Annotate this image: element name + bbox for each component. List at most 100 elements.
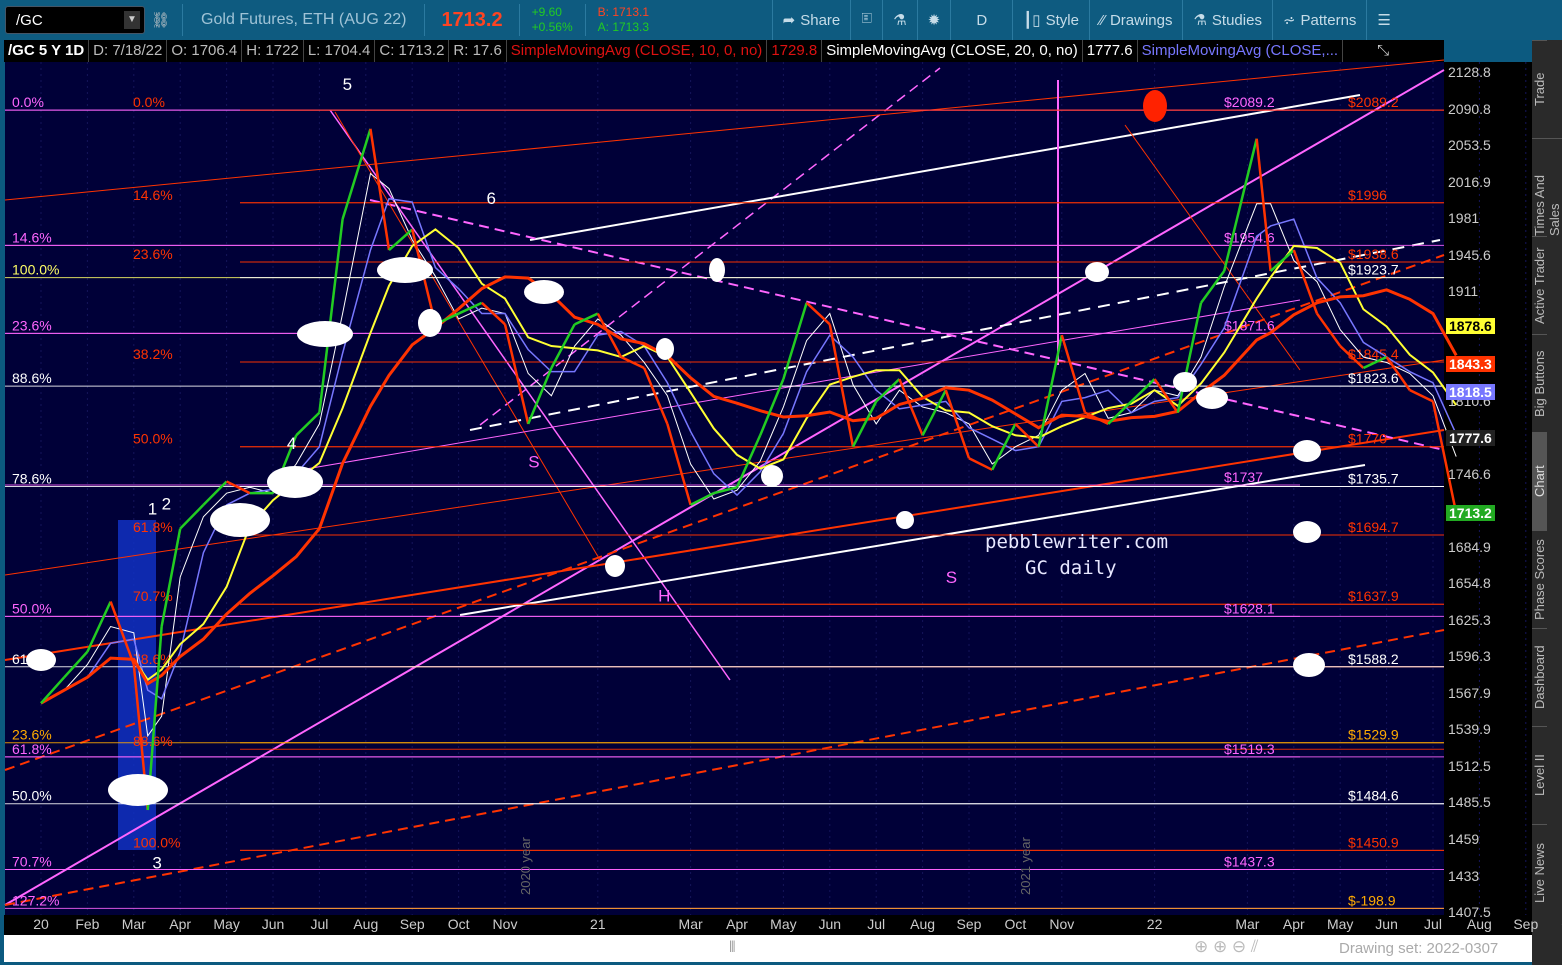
x-tick-label: May [1326,916,1354,932]
y-tick-label: 2090.8 [1448,100,1491,117]
fib-level-label: $1735.7 [1348,470,1399,486]
year-label: 2020 year [518,837,533,895]
x-tick-label: 21 [590,916,606,932]
x-tick-label: Sep [956,916,982,932]
marker-ellipse [1293,521,1321,543]
y-tick-label: 1945.6 [1448,246,1491,263]
fib-level-label: $2089.2 [1348,94,1399,110]
wave-label: 3 [152,853,161,872]
price-box: 1713.2 [1446,504,1495,521]
x-tick-label: Oct [447,916,470,932]
fib-level-label: 14.6% [133,187,173,203]
marker-ellipse [1293,440,1321,462]
marker-ellipse [210,503,270,537]
x-tick-label: 20 [33,916,49,932]
y-tick-label: 1684.9 [1448,538,1491,555]
fib-level-label: $1823.6 [1348,370,1399,386]
marker-ellipse [1196,387,1228,409]
y-tick-label: 1596.3 [1448,648,1491,665]
fib-level-label: $1871.6 [1224,317,1275,333]
x-tick-label: Sep [1513,916,1539,932]
x-tick-label: Mar [678,916,703,932]
fib-level-label: $1437.3 [1224,853,1275,869]
fib-level-label: 14.6% [12,229,52,245]
x-tick-label: May [770,916,797,932]
fib-level-label: 23.6% [133,246,173,262]
wave-label: S [946,568,957,587]
fib-level-label: 50.0% [12,788,52,804]
wave-label: 2 [162,495,171,514]
fib-level-label: $1588.2 [1348,651,1399,667]
marker-ellipse [418,309,442,337]
x-tick-label: Oct [1004,916,1027,932]
x-tick-label: Apr [1282,916,1305,932]
wave-label: 1 [148,499,157,518]
fib-level-label: $1484.6 [1348,788,1399,804]
y-tick-label: 1459 [1448,831,1480,848]
marker-ellipse [656,338,674,360]
x-tick-label: Jun [261,916,285,932]
y-tick-label: 1981 [1448,210,1480,227]
x-tick-label: Jul [1424,916,1442,932]
marker-ellipse [896,511,914,529]
y-tick-label: 1654.8 [1448,575,1491,592]
y-tick-label: 1485.5 [1448,794,1491,811]
x-tick-label: May [213,916,240,932]
fib-level-label: $-198.9 [1348,892,1396,908]
fib-level-label: 38.2% [133,346,173,362]
y-tick-label: 1433 [1448,867,1480,884]
marker-ellipse [108,774,168,806]
y-tick-label: 1625.3 [1448,611,1491,628]
x-tick-label: Apr [169,916,192,932]
y-tick-label: 2016.9 [1448,173,1491,190]
x-tick-label: Mar [121,916,146,932]
fib-level-label: 70.7% [12,853,52,869]
marker-ellipse [1293,653,1325,677]
marker-ellipse [267,466,323,498]
fib-level-label: $1450.9 [1348,834,1399,850]
y-tick-label: 1512.5 [1448,757,1491,774]
marker-ellipse [1173,372,1197,392]
fib-level-label: 23.6% [12,317,52,333]
y-tick-label: 1539.9 [1448,721,1491,738]
x-tick-label: Nov [492,916,518,932]
x-tick-label: Aug [1466,916,1492,932]
target-marker [1143,90,1167,122]
marker-ellipse [297,321,353,347]
fib-level-label: $2089.2 [1224,94,1275,110]
x-tick-label: Aug [910,916,936,932]
wave-label: 4 [287,434,296,453]
x-tick-label: Mar [1235,916,1260,932]
x-tick-label: Nov [1049,916,1075,932]
fib-level-label: 61.8% [133,519,173,535]
marker-ellipse [605,555,625,577]
fib-level-label: $1519.3 [1224,741,1275,757]
price-box: 1818.5 [1446,383,1495,400]
wave-label: S [528,452,539,471]
marker-ellipse [377,257,433,283]
x-tick-label: Jul [867,916,886,932]
fib-level-label: 88.6% [12,370,52,386]
price-chart[interactable]: 0.0% 0.0% $2089.2 $2089.2 14.6% $1996 14.6% $19… [0,0,1562,965]
fib-level-label: 127.2% [12,892,59,908]
watermark-site: pebblewriter.com [985,531,1168,553]
y-tick-label: 1746.6 [1448,465,1491,482]
fib-level-label: $1529.9 [1348,727,1399,743]
marker-ellipse [709,258,725,282]
fib-level-label: $1694.7 [1348,519,1399,535]
marker-ellipse [524,280,564,304]
y-tick-label: 2053.5 [1448,137,1491,154]
fib-level-label: $1996 [1348,187,1387,203]
fib-level-label: 0.0% [12,94,44,110]
fib-level-label: $1923.7 [1348,262,1399,278]
price-box: 1777.6 [1446,430,1495,447]
marker-ellipse [761,465,783,487]
x-tick-label: Feb [75,916,100,932]
x-tick-label: Sep [399,916,425,932]
fib-level-label: $1737 [1224,469,1263,485]
wave-label: H [658,587,670,606]
y-tick-label: 1567.9 [1448,684,1491,701]
fib-level-label: 0.0% [133,94,165,110]
x-tick-label: 22 [1146,916,1163,932]
price-box: 1878.6 [1446,317,1495,334]
